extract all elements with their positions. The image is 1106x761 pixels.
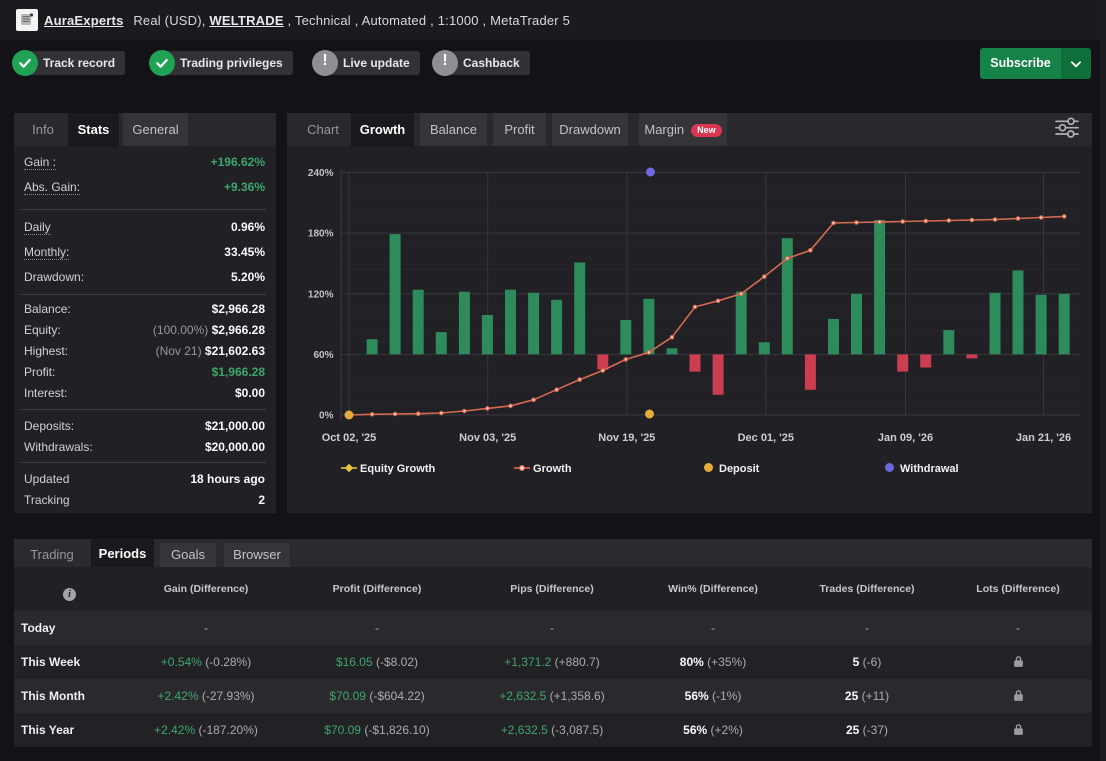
svg-text:180%: 180% (308, 229, 334, 240)
svg-text:120%: 120% (308, 289, 334, 300)
svg-text:Nov 03, '25: Nov 03, '25 (459, 432, 516, 444)
svg-text:Nov 19, '25: Nov 19, '25 (598, 432, 655, 444)
svg-text:0%: 0% (319, 411, 334, 422)
svg-text:Jan 09, '26: Jan 09, '26 (878, 432, 933, 444)
svg-text:Dec 01, '25: Dec 01, '25 (738, 432, 794, 444)
svg-text:Jan 21, '26: Jan 21, '26 (1016, 432, 1071, 444)
svg-text:240%: 240% (308, 168, 334, 179)
svg-text:60%: 60% (313, 350, 333, 361)
svg-text:Oct 02, '25: Oct 02, '25 (322, 432, 377, 444)
